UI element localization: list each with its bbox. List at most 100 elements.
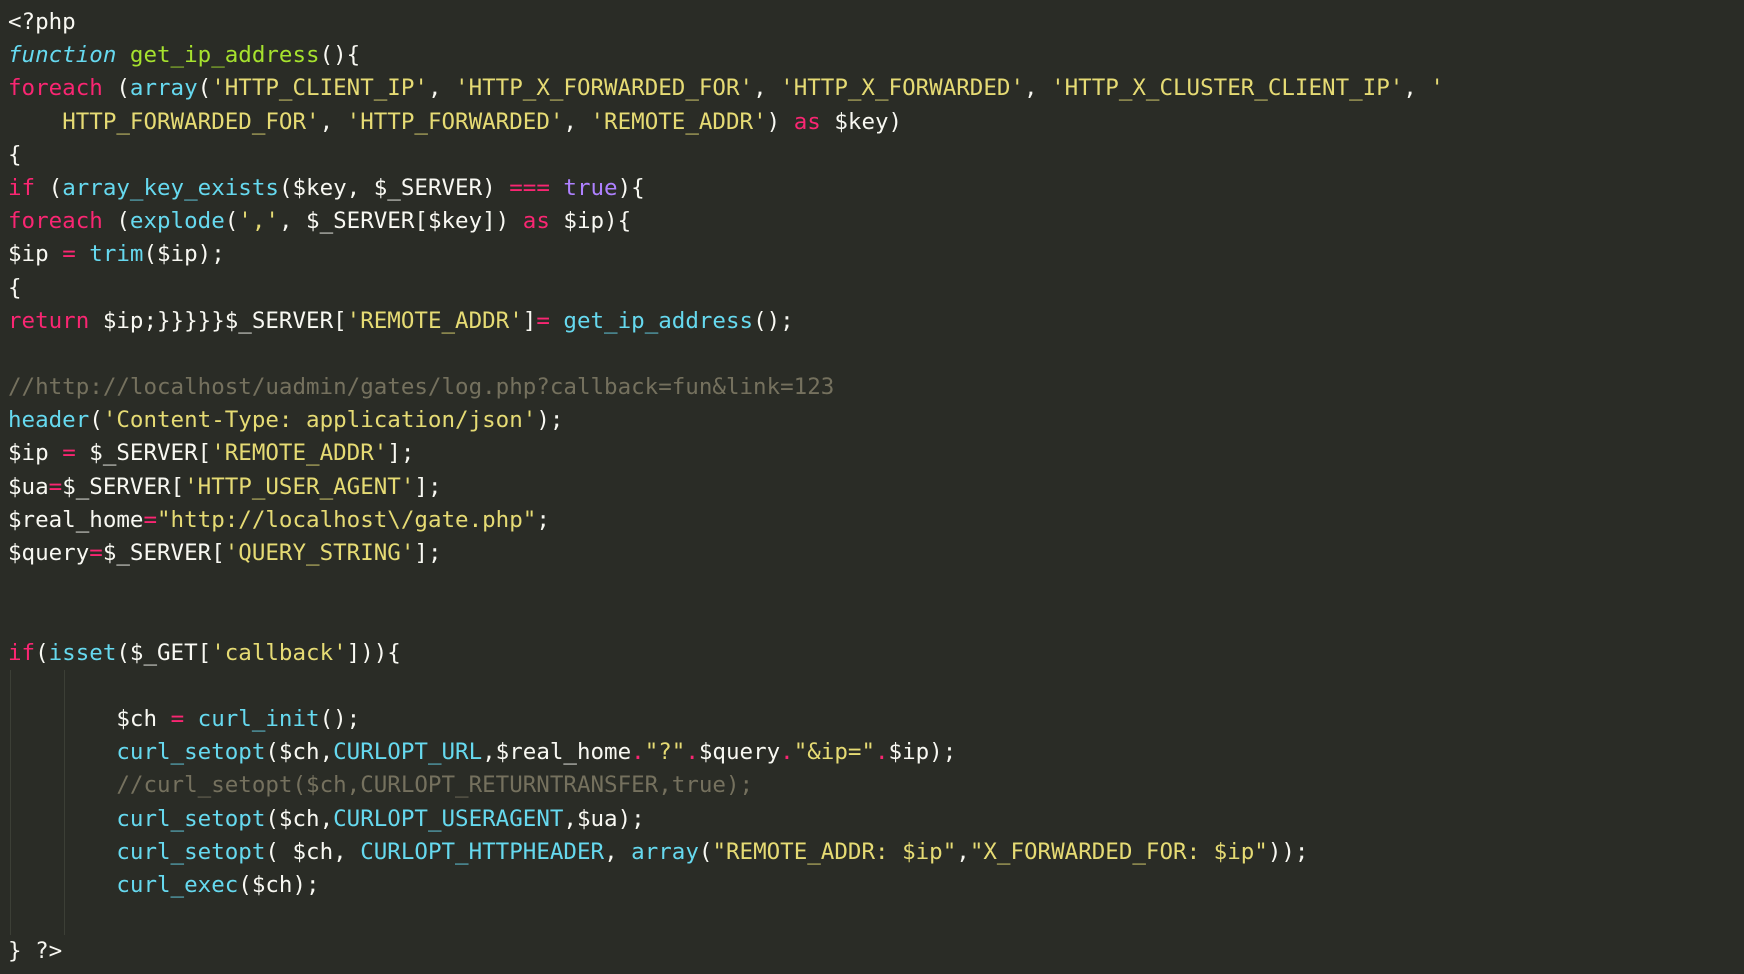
indent-guide [64, 868, 66, 903]
code-token: = [143, 506, 158, 533]
code-token: ){ [617, 174, 645, 201]
code-token: === [509, 174, 550, 201]
code-token: ); [536, 407, 564, 434]
indent-guide [10, 802, 11, 836]
indent-guide [64, 669, 66, 703]
code-token: = [62, 440, 76, 467]
code-token: . [780, 739, 794, 766]
code-token: CURLOPT_USERAGENT [333, 805, 564, 832]
code-line: //curl_setopt($ch,CURLOPT_RETURNTRANSFER… [8, 769, 1744, 803]
code-token: $ua [8, 473, 49, 500]
code-line: { [8, 139, 1744, 172]
code-token: 'HTTP_FORWARDED' [346, 108, 564, 135]
code-token: , $_SERVER[$key]) [278, 208, 523, 235]
code-token: , [319, 108, 347, 135]
code-token: ( [35, 639, 49, 666]
code-token: , [956, 838, 970, 865]
code-token: ($ch, [265, 739, 334, 766]
code-token: ) [766, 108, 794, 135]
indent-guide [64, 736, 66, 770]
code-token: if [8, 639, 36, 666]
code-token: $_SERVER[ [62, 473, 185, 500]
code-line: //http://localhost/uadmin/gates/log.php?… [8, 371, 1744, 404]
code-token: . [631, 739, 645, 766]
code-token: $real_home [8, 506, 144, 533]
code-token: $ip;}}}}}$_SERVER[ [89, 307, 347, 334]
code-line: header('Content-Type: application/json')… [8, 404, 1744, 437]
code-token: header [8, 407, 90, 434]
code-line: curl_setopt($ch,CURLOPT_URL,$real_home."… [8, 736, 1744, 770]
code-token: ?> [35, 938, 63, 965]
code-token: = [170, 705, 185, 732]
indent-guide [10, 736, 11, 770]
code-token: curl_setopt [116, 739, 266, 766]
code-token: true [563, 174, 618, 201]
code-token: <?php [8, 9, 76, 35]
code-token: ',' [238, 208, 279, 235]
code-line: } ?> [8, 935, 1744, 968]
code-editor[interactable]: <?php function get_ip_address(){foreach (… [0, 0, 1744, 974]
indent-guide [64, 835, 66, 869]
code-line: foreach (array('HTTP_CLIENT_IP', 'HTTP_X… [8, 72, 1744, 105]
code-token: "http://localhost\/gate.php" [157, 506, 537, 533]
indent-guide [10, 902, 11, 936]
code-token: as [522, 208, 550, 235]
code-token: (){ [319, 42, 361, 69]
code-token: ($ip); [143, 241, 225, 268]
code-token: trim [89, 241, 144, 268]
code-token: (); [319, 705, 361, 732]
code-token: ( [197, 75, 212, 102]
code-token: ]; [414, 473, 442, 500]
code-token: array [631, 838, 699, 865]
code-token: $_SERVER[ [102, 540, 225, 566]
code-line: return $ip;}}}}}$_SERVER['REMOTE_ADDR']=… [8, 305, 1744, 338]
code-token: //curl_setopt($ch,CURLOPT_RETURNTRANSFER… [116, 772, 754, 799]
code-token: 'HTTP_X_CLUSTER_CLIENT_IP' [1051, 75, 1404, 102]
code-token: ( [698, 838, 713, 865]
code-token: 'callback' [211, 639, 347, 666]
code-token: 'HTTP_USER_AGENT' [184, 473, 415, 500]
code-line: foreach (explode(',', $_SERVER[$key]) as… [8, 205, 1744, 238]
code-token: { [8, 141, 22, 168]
code-token: . [685, 739, 699, 766]
code-token: $_SERVER[ [75, 440, 212, 467]
code-token: foreach [8, 208, 103, 235]
code-token: = [48, 473, 63, 500]
code-content[interactable]: <?php function get_ip_address(){foreach (… [0, 6, 1744, 968]
code-token: ($key, $_SERVER) [278, 174, 510, 201]
code-token: 'HTTP_X_FORWARDED_FOR' [455, 75, 754, 102]
code-token: (); [753, 307, 794, 334]
code-token: } [8, 938, 36, 965]
code-token: , [604, 838, 632, 865]
code-line: $ua=$_SERVER['HTTP_USER_AGENT']; [8, 471, 1744, 504]
code-token: 'REMOTE_ADDR' [346, 307, 523, 334]
code-line: ​ [8, 669, 1744, 703]
code-token: 'REMOTE_ADDR' [590, 108, 767, 135]
code-token: $ch [8, 705, 171, 732]
indent-guide [10, 702, 11, 737]
code-token: ( $ch, [265, 838, 361, 865]
code-line: $query=$_SERVER['QUERY_STRING']; [8, 537, 1744, 570]
code-token: HTTP_FORWARDED_FOR' [62, 108, 320, 135]
code-token: $query [8, 540, 90, 566]
code-token: curl_setopt [116, 805, 266, 832]
code-token: ( [224, 208, 239, 235]
code-token: "REMOTE_ADDR: $ip" [712, 838, 957, 865]
code-token: //http://localhost/uadmin/gates/log.php?… [8, 374, 835, 401]
code-token: ,$real_home [482, 739, 632, 766]
code-token: if [8, 174, 36, 201]
code-token: $ip){ [549, 208, 632, 235]
code-token: ($_GET[ [116, 639, 212, 666]
code-token: 'HTTP_CLIENT_IP' [211, 75, 428, 102]
code-line: ​ [8, 603, 1744, 636]
code-token: CURLOPT_HTTPHEADER [360, 838, 605, 865]
code-token: ]; [387, 440, 415, 467]
code-token: curl_init [197, 705, 320, 732]
code-token: array_key_exists [62, 174, 279, 201]
